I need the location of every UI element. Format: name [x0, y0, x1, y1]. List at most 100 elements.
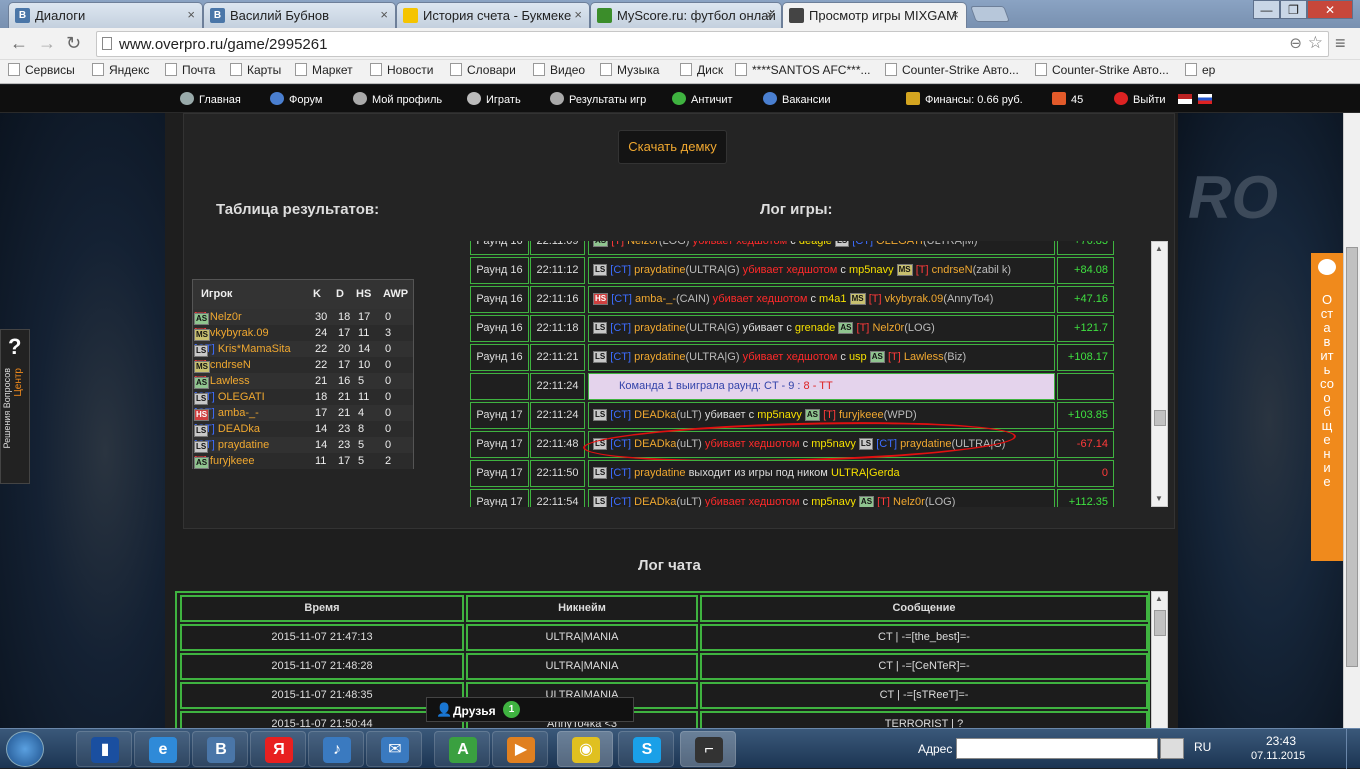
score-row[interactable]: AS [T] Lawless 21 16 5 0	[193, 373, 413, 389]
player-name[interactable]: furyjkeee	[210, 455, 255, 467]
ie-taskbar-button[interactable]: e	[134, 731, 190, 767]
a-app-taskbar-button[interactable]: A	[434, 731, 490, 767]
score-row[interactable]: MS [T] cndrseN 22 17 10 0	[193, 357, 413, 373]
forward-icon[interactable]: →	[38, 33, 56, 54]
download-demo-button[interactable]: Скачать демку	[618, 130, 727, 164]
victim-name[interactable]: vkybyrak.09	[885, 293, 944, 305]
browser-tab[interactable]: В Василий Бубнов ×	[203, 2, 396, 28]
score-row[interactable]: LS [CT] DEADka 14 23 8 0	[193, 421, 413, 437]
player-name[interactable]: Nelz0r	[210, 311, 242, 323]
attacker-name[interactable]: praydatine	[634, 264, 685, 276]
maximize-button[interactable]: ❐	[1280, 0, 1307, 19]
score-row[interactable]: LS [CT] OLEGATI 18 21 11 0	[193, 389, 413, 405]
sound-app-taskbar-button[interactable]: ♪	[308, 731, 364, 767]
attacker-name[interactable]: DEADka	[634, 409, 676, 421]
finance-link[interactable]: Финансы: 0.66 руб.	[906, 92, 1023, 106]
bookmark-item[interactable]: ****SANTOS AFC***...	[735, 63, 871, 77]
game-log-scroll-thumb[interactable]	[1154, 410, 1166, 426]
score-row[interactable]: AS [T] Nelz0r 30 18 17 0	[193, 309, 413, 325]
close-window-button[interactable]: ✕	[1307, 0, 1353, 19]
bookmark-item[interactable]: Сервисы	[8, 63, 75, 77]
player-name[interactable]: cndrseN	[210, 359, 251, 371]
victim-name[interactable]: cndrseN	[932, 264, 973, 276]
bookmark-item[interactable]: Диск	[680, 63, 723, 77]
clock-date[interactable]: 07.11.2015	[1251, 750, 1305, 762]
chrome-taskbar-button[interactable]: ◉	[557, 731, 613, 767]
attacker-name[interactable]: DEADka	[634, 496, 676, 507]
bookmark-item[interactable]: Карты	[230, 63, 281, 77]
attacker-name[interactable]: amba-_-	[635, 293, 676, 305]
skype-taskbar-button[interactable]: S	[618, 731, 674, 767]
browser-tab[interactable]: MyScore.ru: футбол онлай ×	[590, 2, 782, 28]
friends-widget[interactable]: 👤 Друзья 1	[426, 697, 634, 722]
attacker-name[interactable]: Nelz0r	[627, 241, 659, 247]
close-tab-icon[interactable]: ×	[574, 7, 582, 22]
browser-tab[interactable]: В Диалоги ×	[8, 2, 203, 28]
bookmark-item[interactable]: ep	[1185, 63, 1215, 77]
bookmark-item[interactable]: Counter-Strike Авто...	[885, 63, 1019, 77]
page-scroll-thumb[interactable]	[1346, 247, 1358, 667]
vk-taskbar-button[interactable]: В	[192, 731, 248, 767]
nav-item[interactable]: Главная	[180, 92, 241, 106]
mail-app-taskbar-button[interactable]: ✉	[366, 731, 422, 767]
address-bar[interactable]: www.overpro.ru/game/2995261 ⊖ ☆	[96, 31, 1329, 57]
zoom-icon[interactable]: ⊖	[1289, 34, 1302, 52]
yandex-browser-taskbar-button[interactable]: Я	[250, 731, 306, 767]
minimize-button[interactable]: —	[1253, 0, 1280, 19]
player-name[interactable]: amba-_-	[218, 407, 259, 419]
close-tab-icon[interactable]: ×	[951, 7, 959, 22]
ru-flag-icon[interactable]	[1198, 94, 1212, 104]
help-center-widget[interactable]: ? Центр Решения Вопросов	[0, 329, 30, 484]
bookmark-item[interactable]: Почта	[165, 63, 215, 77]
browser-tab[interactable]: История счета - Букмеке ×	[396, 2, 590, 28]
language-indicator[interactable]: RU	[1194, 740, 1211, 754]
victim-name[interactable]: Nelz0r	[893, 496, 925, 507]
close-tab-icon[interactable]: ×	[766, 7, 774, 22]
logout-link[interactable]: Выйти	[1114, 92, 1166, 106]
victim-name[interactable]: Lawless	[904, 351, 944, 363]
back-icon[interactable]: ←	[10, 33, 28, 54]
reload-icon[interactable]: ↻	[66, 33, 81, 54]
bookmark-item[interactable]: Новости	[370, 63, 433, 77]
chat-log-scrollbar[interactable]: ▲	[1151, 591, 1168, 731]
nav-item[interactable]: Играть	[467, 92, 521, 106]
clock-time[interactable]: 23:43	[1266, 734, 1296, 748]
player-name[interactable]: Kris*MamaSita	[218, 343, 291, 355]
messages-link[interactable]: 45	[1052, 92, 1083, 106]
menu-icon[interactable]: ≡	[1335, 33, 1346, 54]
us-flag-icon[interactable]	[1178, 94, 1192, 104]
nav-item[interactable]: Вакансии	[763, 92, 831, 106]
attacker-name[interactable]: praydatine	[634, 351, 685, 363]
score-row[interactable]: HS [CT] amba-_- 17 21 4 0	[193, 405, 413, 421]
player-name[interactable]: vkybyrak.09	[210, 327, 269, 339]
save-app-taskbar-button[interactable]: ▮	[76, 731, 132, 767]
new-tab-button[interactable]	[970, 6, 1010, 22]
feedback-widget[interactable]: Оставить сообщение	[1311, 253, 1343, 561]
player-name[interactable]: Lawless	[210, 375, 250, 387]
player-name[interactable]: praydatine	[218, 439, 269, 451]
score-row[interactable]: LS [CT] Kris*MamaSita 22 20 14 0	[193, 341, 413, 357]
taskbar-address-input[interactable]	[956, 738, 1158, 759]
nav-item[interactable]: Результаты игр	[550, 92, 646, 106]
show-desktop-button[interactable]	[1346, 729, 1360, 769]
go-button[interactable]	[1160, 738, 1184, 759]
browser-tab[interactable]: Просмотр игры MIXGAM ×	[782, 2, 967, 29]
score-row[interactable]: LS [CT] praydatine 14 23 5 0	[193, 437, 413, 453]
bookmark-item[interactable]: Музыка	[600, 63, 659, 77]
bookmark-item[interactable]: Видео	[533, 63, 585, 77]
victim-name[interactable]: OLEGATI	[876, 241, 923, 247]
score-row[interactable]: AS [T] furyjkeee 11 17 5 2	[193, 453, 413, 469]
nav-item[interactable]: Античит	[672, 92, 733, 106]
attacker-name[interactable]: praydatine	[634, 322, 685, 334]
score-row[interactable]: MS [T] vkybyrak.09 24 17 11 3	[193, 325, 413, 341]
counter-strike-taskbar-button[interactable]: ⌐	[680, 731, 736, 767]
nav-item[interactable]: Форум	[270, 92, 322, 106]
start-button[interactable]	[6, 731, 44, 767]
bookmark-item[interactable]: Словари	[450, 63, 516, 77]
chat-scroll-thumb[interactable]	[1154, 610, 1166, 636]
victim-name[interactable]: Nelz0r	[872, 322, 904, 334]
nav-item[interactable]: Мой профиль	[353, 92, 442, 106]
media-player-taskbar-button[interactable]: ▶	[492, 731, 548, 767]
bookmark-item[interactable]: Counter-Strike Авто...	[1035, 63, 1169, 77]
bookmark-item[interactable]: Яндекс	[92, 63, 149, 77]
